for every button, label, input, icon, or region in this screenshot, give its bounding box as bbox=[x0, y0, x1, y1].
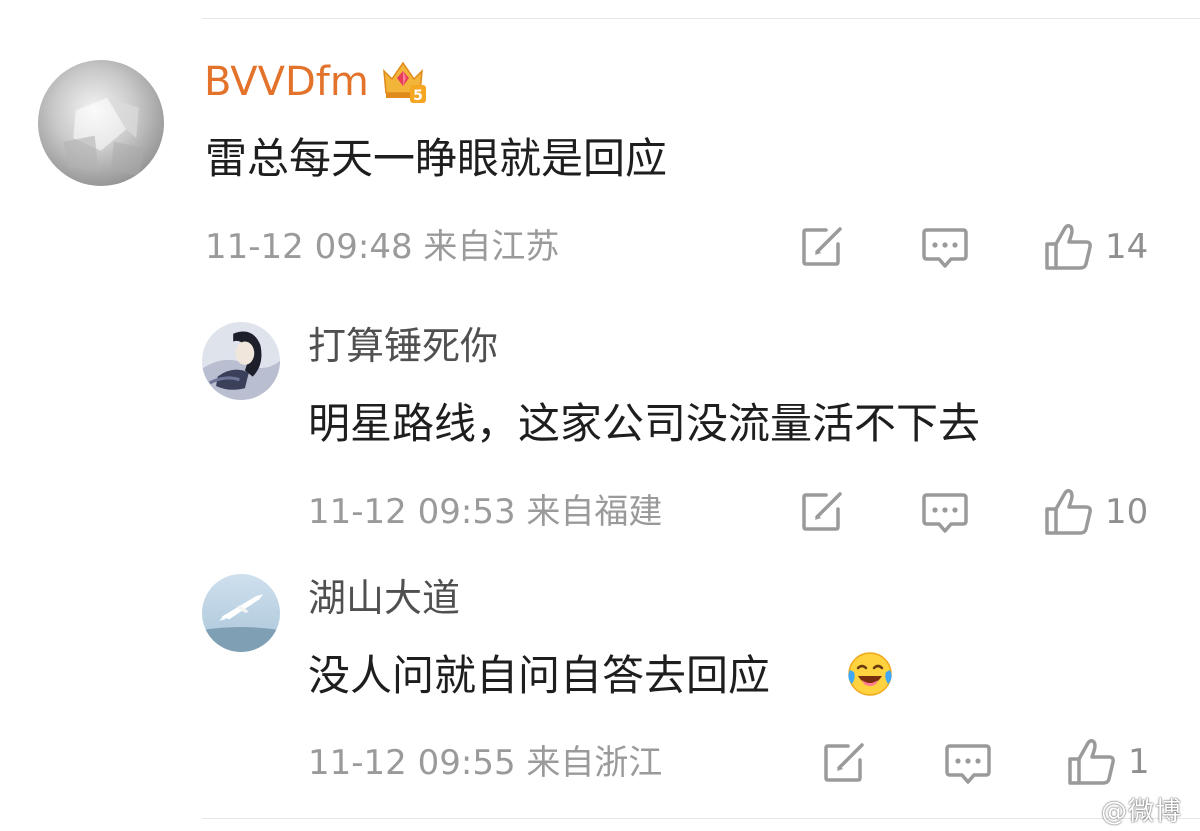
avatar[interactable] bbox=[202, 322, 280, 400]
thumbs-up-icon bbox=[1068, 738, 1115, 785]
comment-text: 明星路线，这家公司没流量活不下去 bbox=[308, 399, 981, 448]
like-count: 14 bbox=[1105, 227, 1149, 267]
top-divider bbox=[202, 18, 1200, 19]
comment-button[interactable] bbox=[921, 491, 969, 535]
comment-text: 雷总每天一睁眼就是回应 bbox=[205, 134, 668, 183]
comment-meta: 11-12 09:53 来自福建 bbox=[308, 492, 663, 532]
comment-meta: 11-12 09:48 来自江苏 bbox=[205, 227, 560, 267]
thumbs-up-icon bbox=[1045, 223, 1092, 270]
username[interactable]: 湖山大道 bbox=[308, 579, 460, 617]
repost-icon bbox=[824, 743, 864, 782]
comment-meta: 11-12 09:55 来自浙江 bbox=[308, 743, 663, 783]
crown-level-badge-icon[interactable]: 5 bbox=[378, 57, 428, 105]
username[interactable]: BVVDfm bbox=[204, 62, 369, 102]
username[interactable]: 打算锤死你 bbox=[308, 327, 498, 365]
like-button[interactable]: 10 bbox=[1043, 487, 1148, 537]
thumbs-up-icon bbox=[1045, 488, 1092, 535]
repost-button[interactable] bbox=[822, 742, 868, 784]
comment-icon bbox=[922, 493, 968, 533]
svg-text:5: 5 bbox=[413, 88, 423, 104]
repost-button[interactable] bbox=[800, 491, 846, 533]
comment-button[interactable] bbox=[921, 226, 969, 270]
watermark: @微博 bbox=[1100, 797, 1182, 827]
repost-icon bbox=[802, 227, 842, 266]
comment-button[interactable] bbox=[944, 742, 992, 786]
like-count: 10 bbox=[1105, 492, 1149, 532]
comment-icon bbox=[945, 744, 991, 784]
avatar[interactable] bbox=[38, 60, 164, 186]
comment-icon bbox=[922, 228, 968, 268]
like-button[interactable]: 1 bbox=[1066, 737, 1150, 787]
repost-button[interactable] bbox=[800, 226, 846, 268]
laugh-cry-emoji-icon bbox=[846, 650, 894, 698]
comment-text: 没人问就自问自答去回应 bbox=[308, 651, 771, 700]
bottom-divider bbox=[202, 818, 1200, 819]
like-count: 1 bbox=[1128, 742, 1150, 782]
repost-icon bbox=[802, 492, 842, 531]
avatar[interactable] bbox=[202, 574, 280, 652]
like-button[interactable]: 14 bbox=[1043, 222, 1148, 272]
